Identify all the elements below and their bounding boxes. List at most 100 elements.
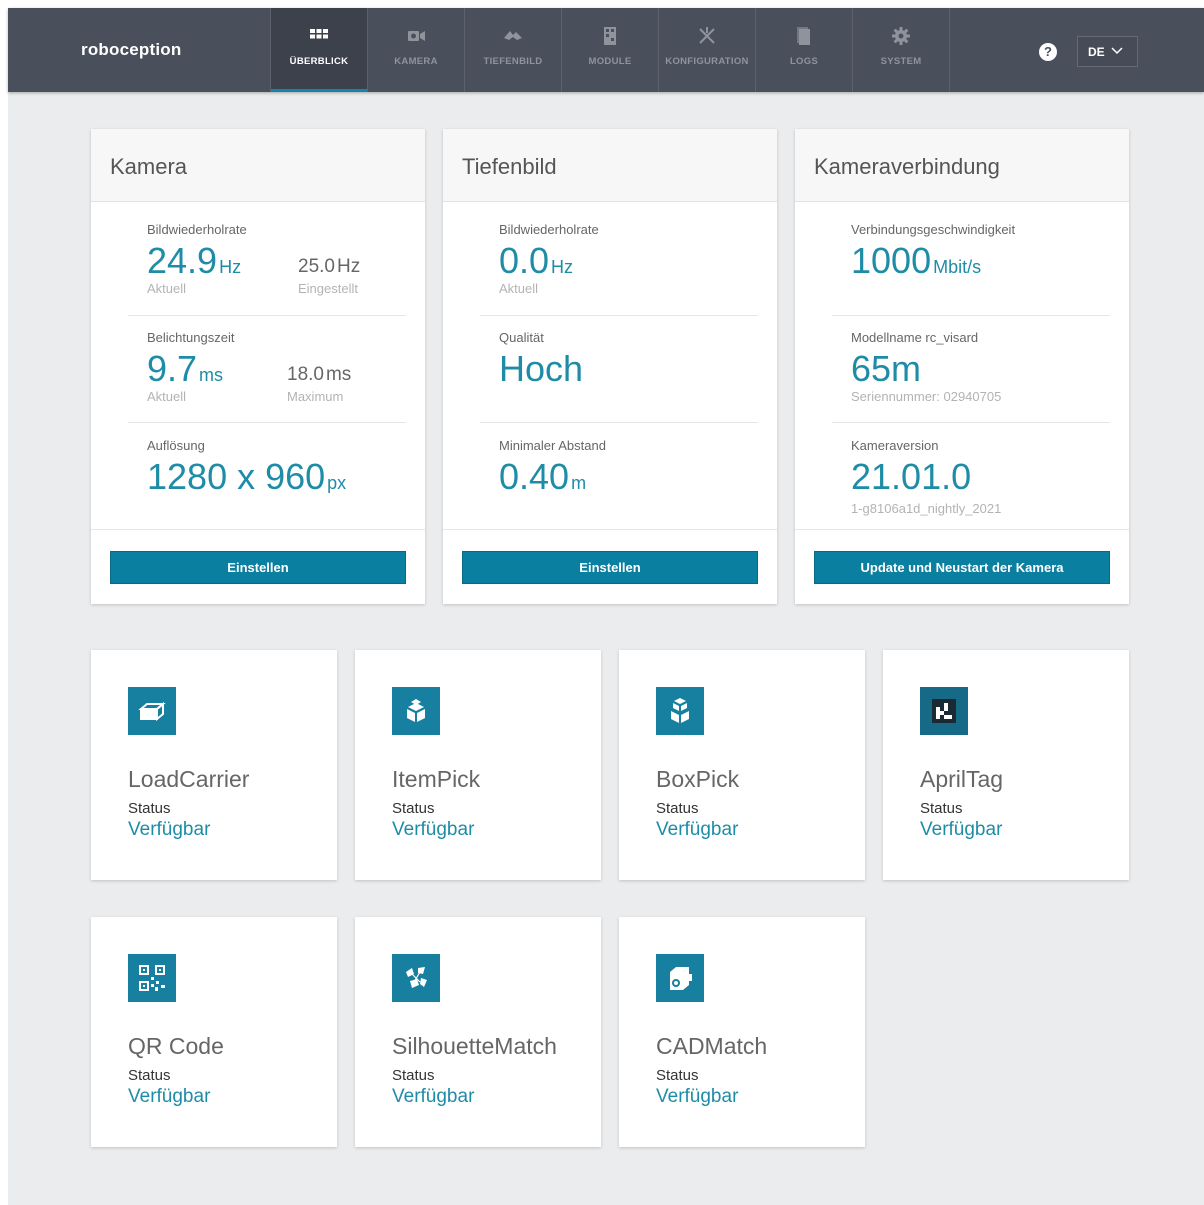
nav-tab-depth-image[interactable]: TIEFENBILD [464,8,561,92]
unit: Mbit/s [933,257,982,277]
speed-value: 1000 Mbit/s [851,240,981,282]
value: 1000 [851,240,932,281]
card-footer: Einstellen [91,529,425,604]
module-tile-cadmatch[interactable]: CADMatch Status Verfügbar [619,917,865,1147]
module-name: ItemPick [392,766,481,792]
help-icon[interactable]: ? [1039,43,1057,61]
min-distance-value: 0.40 m [499,456,586,498]
module-name: QR Code [128,1033,224,1059]
box-pick-icon [656,687,704,735]
nav-tab-label: KAMERA [394,56,438,67]
card-title: Kameraverbindung [814,154,1000,179]
card-header: Kamera [91,129,425,202]
nav-tab-label: SYSTEM [880,56,922,67]
module-status: Verfügbar [656,1086,739,1107]
version-value: 21.01.0 [851,456,972,497]
nav-tab-modules[interactable]: MODULE [561,8,658,92]
framerate-set-value: 25.0 Hz [298,256,360,278]
nav-tab-label: MODULE [588,56,632,67]
depth-framerate-label: Bildwiederholrate [499,222,599,237]
unit: ms [325,364,352,385]
nav-tab-label: LOGS [789,56,819,67]
value: 25.0 [298,256,335,277]
depth-image-card: Tiefenbild Bildwiederholrate 0.0 Hz Aktue… [443,129,777,604]
module-tile-boxpick[interactable]: BoxPick Status Verfügbar [619,650,865,880]
nav-tab-configuration[interactable]: KONFIGURATION [658,8,755,92]
nav-tab-label: TIEFENBILD [483,56,543,67]
load-carrier-icon [128,687,176,735]
quality-value: Hoch [499,348,584,389]
framerate-value: 24.9 Hz [147,240,241,282]
nav-tab-system[interactable]: SYSTEM [852,8,949,92]
version-build: 1-g8106a1d_nightly_2021 [851,501,1002,516]
card-header: Kameraverbindung [795,129,1129,202]
value: 9.7 [147,348,198,389]
unit: Hz [336,256,361,277]
module-status: Verfügbar [920,819,1003,840]
module-tile-qrcode[interactable]: QR Code Status Verfügbar [91,917,337,1147]
nav-tab-logs[interactable]: LOGS [755,8,852,92]
exposure-value: 9.7 ms [147,348,223,390]
resolution-value: 1280 x 960 px [147,456,346,498]
unit: ms [199,365,224,385]
nav-divider [949,8,950,92]
module-status-label: Status [656,1067,699,1084]
resolution-label: Auflösung [147,438,205,453]
model-value: 65m [851,348,922,389]
camera-card: Kamera Bildwiederholrate 24.9 Hz Aktuell … [91,129,425,604]
nav-tab-camera[interactable]: KAMERA [367,8,464,92]
module-status: Verfügbar [392,1086,475,1107]
value: 0.40 [499,456,570,497]
model-label: Modellname rc_visard [851,330,979,345]
item-pick-icon [392,687,440,735]
module-status: Verfügbar [128,819,211,840]
module-status-label: Status [392,1067,435,1084]
module-tile-loadcarrier[interactable]: LoadCarrier Status Verfügbar [91,650,337,880]
serial-number: Seriennummer: 02940705 [851,389,1002,404]
silhouette-match-icon [392,954,440,1002]
qr-code-icon [128,954,176,1002]
module-name: BoxPick [656,766,740,792]
value: 18.0 [287,364,324,385]
unit: Hz [551,257,574,277]
framerate-current-caption: Aktuell [147,281,187,296]
exposure-label: Belichtungszeit [147,330,235,345]
value: 1280 x 960 [147,456,326,497]
depth-settings-button[interactable]: Einstellen [462,551,758,584]
camera-settings-button[interactable]: Einstellen [110,551,406,584]
module-tile-silhouettematch[interactable]: SilhouetteMatch Status Verfügbar [355,917,601,1147]
card-title: Kamera [110,154,188,179]
unit: m [571,473,587,493]
framerate-label: Bildwiederholrate [147,222,247,237]
module-name: LoadCarrier [128,766,250,792]
unit: Hz [219,257,242,277]
version-label: Kameraversion [851,438,939,453]
depth-framerate-value: 0.0 Hz [499,240,573,282]
update-restart-button[interactable]: Update und Neustart der Kamera [814,551,1110,584]
module-tile-itempick[interactable]: ItemPick Status Verfügbar [355,650,601,880]
camera-connection-card: Kameraverbindung Verbindungsgeschwindigk… [795,129,1129,604]
nav-tab-overview[interactable]: ÜBERBLICK [270,8,367,92]
language-select[interactable]: DE [1077,36,1138,67]
depth-image-icon [504,31,522,40]
quality-label: Qualität [499,330,544,345]
card-footer: Update und Neustart der Kamera [795,529,1129,604]
april-tag-icon [920,687,968,735]
tools-icon [699,27,715,44]
document-icon [797,27,810,45]
language-value: DE [1088,45,1105,59]
grid-icon [310,29,328,39]
exposure-current-caption: Aktuell [147,389,187,404]
card-footer: Einstellen [443,529,777,604]
module-tile-apriltag[interactable]: AprilTag Status Verfügbar [883,650,1129,880]
exposure-max-value: 18.0 ms [287,364,351,386]
module-status-label: Status [656,800,699,817]
nav-tab-label: ÜBERBLICK [289,56,349,67]
nav-tab-label: KONFIGURATION [665,56,749,67]
card-header: Tiefenbild [443,129,777,202]
value: 0.0 [499,240,550,281]
module-status: Verfügbar [128,1086,211,1107]
gear-icon [892,27,910,45]
page: roboception ÜBERBLICK KAMERA TIEFENBILD … [8,8,1204,1205]
top-navigation-bar: roboception ÜBERBLICK KAMERA TIEFENBILD … [8,8,1204,92]
